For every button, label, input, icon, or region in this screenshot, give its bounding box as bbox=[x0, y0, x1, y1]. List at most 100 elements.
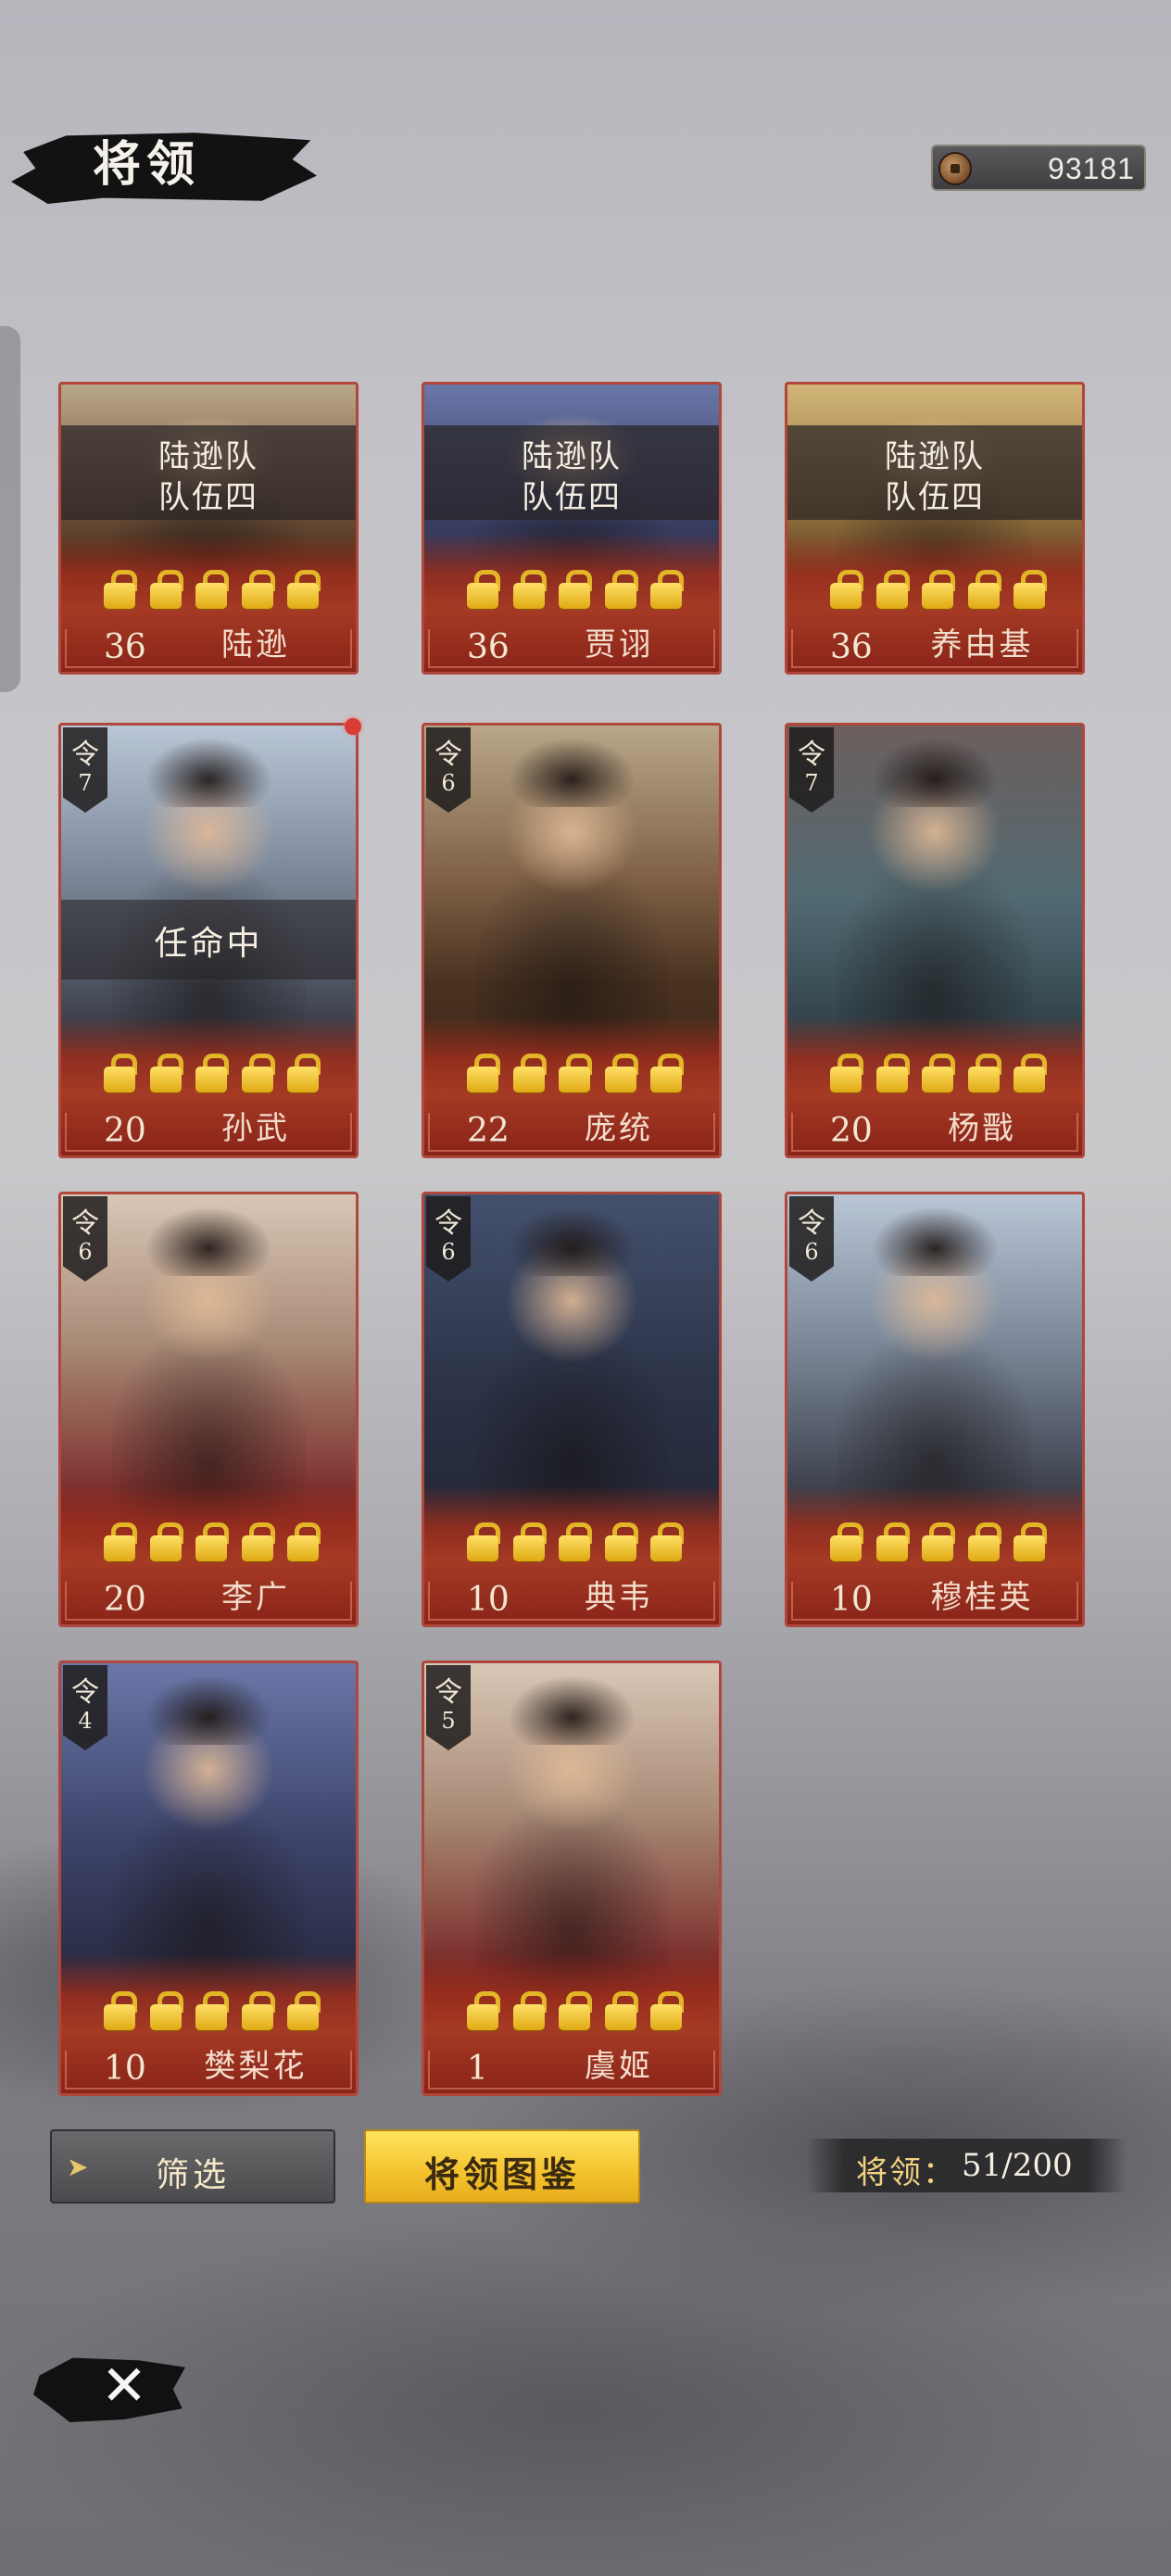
lock-icon bbox=[604, 1054, 638, 1092]
hero-level: 10 bbox=[104, 2050, 146, 2088]
lock-icon bbox=[287, 1054, 321, 1092]
close-icon[interactable]: ✕ bbox=[96, 2354, 152, 2418]
lock-icon bbox=[287, 570, 321, 609]
filter-button[interactable]: ➤ 筛选 bbox=[50, 2129, 335, 2203]
hero-name: 贾诩 bbox=[585, 626, 653, 663]
command-value: 4 bbox=[78, 1708, 93, 1734]
lock-icon bbox=[650, 1991, 684, 2030]
star-locks bbox=[467, 1522, 684, 1565]
hero-level: 36 bbox=[467, 628, 510, 666]
lock-icon bbox=[241, 570, 275, 609]
command-value: 5 bbox=[441, 1708, 456, 1734]
command-value: 6 bbox=[78, 1239, 93, 1265]
lock-icon bbox=[875, 570, 910, 609]
hero-name: 李广 bbox=[221, 1579, 290, 1616]
hero-codex-button[interactable]: 将领图鉴 bbox=[364, 2129, 640, 2203]
hero-card[interactable]: 令 6 20 李广 bbox=[58, 1192, 359, 1627]
hero-name: 杨戬 bbox=[948, 1110, 1016, 1147]
lock-icon bbox=[830, 1054, 863, 1092]
lock-icon bbox=[195, 1522, 229, 1561]
hero-level: 10 bbox=[830, 1581, 873, 1619]
lock-icon bbox=[1014, 1054, 1047, 1092]
lock-icon bbox=[512, 1991, 547, 2030]
command-badge: 令 4 bbox=[63, 1665, 107, 1750]
command-label: 令 bbox=[71, 1207, 99, 1240]
lock-icon bbox=[604, 570, 638, 609]
command-value: 7 bbox=[804, 770, 819, 796]
lock-icon bbox=[287, 1522, 321, 1561]
hero-card[interactable]: 令 6 10 穆桂英 bbox=[785, 1192, 1085, 1627]
team-assignment-band: 陆逊队 队伍四 bbox=[424, 425, 719, 520]
hero-card[interactable]: 陆逊队 队伍四 36 陆逊 bbox=[58, 382, 359, 675]
lock-icon bbox=[149, 1522, 183, 1561]
hero-name: 樊梨花 bbox=[204, 2048, 308, 2085]
lock-icon bbox=[650, 570, 684, 609]
hero-card[interactable]: 令 4 10 樊梨花 bbox=[58, 1661, 359, 2096]
hero-name: 庞统 bbox=[585, 1110, 653, 1147]
lock-icon bbox=[830, 570, 863, 609]
lock-icon bbox=[967, 1054, 1001, 1092]
lock-icon bbox=[604, 1991, 638, 2030]
lock-icon bbox=[650, 1522, 684, 1561]
hero-card[interactable]: 任命中 令 7 20 孙武 bbox=[58, 723, 359, 1158]
star-locks bbox=[467, 1991, 684, 2034]
notification-dot bbox=[345, 718, 361, 735]
lock-icon bbox=[604, 1522, 638, 1561]
lock-icon bbox=[195, 570, 229, 609]
lock-icon bbox=[149, 570, 183, 609]
appointment-status: 任命中 bbox=[154, 925, 263, 963]
hero-card[interactable]: 陆逊队 队伍四 36 贾诩 bbox=[422, 382, 722, 675]
lock-icon bbox=[287, 1991, 321, 2030]
command-badge: 令 6 bbox=[63, 1196, 107, 1282]
command-value: 7 bbox=[78, 770, 93, 796]
lock-icon bbox=[650, 1054, 684, 1092]
hero-card[interactable]: 陆逊队 队伍四 36 养由基 bbox=[785, 382, 1085, 675]
lock-icon bbox=[922, 1054, 955, 1092]
lock-icon bbox=[559, 1522, 592, 1561]
command-badge: 令 6 bbox=[426, 1196, 471, 1282]
lock-icon bbox=[512, 1054, 547, 1092]
lock-icon bbox=[467, 1522, 500, 1561]
star-locks bbox=[467, 1054, 684, 1096]
lock-icon bbox=[104, 1054, 137, 1092]
hero-level: 1 bbox=[467, 2050, 488, 2088]
hero-level: 20 bbox=[830, 1112, 873, 1150]
hero-card[interactable]: 令 6 10 典韦 bbox=[422, 1192, 722, 1627]
hero-card[interactable]: 令 7 20 杨戬 bbox=[785, 723, 1085, 1158]
command-value: 6 bbox=[441, 770, 456, 796]
lock-icon bbox=[512, 1522, 547, 1561]
side-drawer-handle[interactable] bbox=[0, 326, 20, 692]
team-assignment-band: 陆逊队 队伍四 bbox=[787, 425, 1082, 520]
hero-level: 10 bbox=[467, 1581, 510, 1619]
hero-level: 36 bbox=[104, 628, 146, 666]
star-locks bbox=[104, 1522, 321, 1565]
star-locks bbox=[467, 570, 684, 612]
hero-card[interactable]: 令 5 1 虞姬 bbox=[422, 1661, 722, 2096]
command-label: 令 bbox=[798, 1207, 825, 1240]
hero-codex-label: 将领图鉴 bbox=[423, 2153, 580, 2195]
star-locks bbox=[104, 570, 321, 612]
hero-name: 孙武 bbox=[221, 1110, 290, 1147]
lock-icon bbox=[830, 1522, 863, 1561]
star-locks bbox=[830, 570, 1047, 612]
team-name: 陆逊队 bbox=[522, 438, 622, 475]
arrow-right-icon: ➤ bbox=[67, 2152, 89, 2182]
team-name: 陆逊队 bbox=[158, 438, 258, 475]
lock-icon bbox=[1014, 570, 1047, 609]
command-badge: 令 7 bbox=[63, 727, 107, 813]
team-name: 陆逊队 bbox=[885, 438, 985, 475]
lock-icon bbox=[875, 1522, 910, 1561]
hero-count: 将领： 51/200 bbox=[806, 2139, 1127, 2192]
hero-name: 陆逊 bbox=[221, 626, 290, 663]
team-slot: 队伍四 bbox=[522, 479, 622, 516]
command-badge: 令 5 bbox=[426, 1665, 471, 1750]
star-locks bbox=[104, 1991, 321, 2034]
lock-icon bbox=[241, 1522, 275, 1561]
hero-card[interactable]: 令 6 22 庞统 bbox=[422, 723, 722, 1158]
lock-icon bbox=[559, 1054, 592, 1092]
star-locks bbox=[104, 1054, 321, 1096]
lock-icon bbox=[241, 1054, 275, 1092]
lock-icon bbox=[467, 1054, 500, 1092]
lock-icon bbox=[559, 1991, 592, 2030]
hero-name: 虞姬 bbox=[585, 2048, 653, 2085]
